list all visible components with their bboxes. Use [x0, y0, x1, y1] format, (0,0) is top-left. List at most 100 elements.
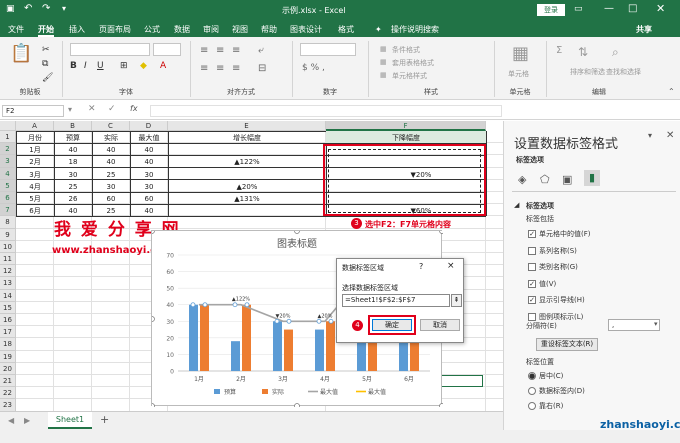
autosum-icon[interactable]: Σ [556, 45, 562, 56]
table-cell[interactable]: 30 [130, 169, 168, 181]
row-header[interactable]: 12 [0, 265, 16, 278]
table-header-cell[interactable]: 月份 [16, 132, 54, 144]
fill-line-icon[interactable]: ◈ [518, 173, 526, 186]
label-options-section[interactable]: 标签选项 [526, 201, 554, 211]
bold-icon[interactable]: B [70, 61, 77, 71]
align-center-icon[interactable]: ≡ [216, 63, 224, 74]
share-button[interactable]: 共享 [636, 23, 652, 37]
add-sheet-button[interactable]: + [100, 413, 109, 426]
reset-label-text-button[interactable]: 重设标签文本(R) [536, 338, 598, 351]
pane-close-icon[interactable]: ✕ [666, 130, 674, 141]
tab-review[interactable]: 审阅 [203, 23, 219, 37]
label-option-item[interactable]: 图例项标示(L) [528, 312, 583, 322]
row-header[interactable]: 5 [0, 179, 16, 192]
tab-formulas[interactable]: 公式 [144, 23, 160, 37]
column-header[interactable]: E [168, 121, 326, 131]
row-header[interactable]: 18 [0, 338, 16, 351]
table-cell[interactable]: 30 [130, 181, 168, 193]
ribbon-display-icon[interactable]: ▭ [574, 4, 583, 14]
formula-input[interactable] [150, 105, 502, 117]
checkbox-icon[interactable]: ✓ [528, 230, 536, 238]
column-header[interactable]: B [54, 121, 92, 131]
name-box[interactable]: F2 [2, 105, 64, 117]
copy-icon[interactable]: ⧉ [42, 59, 48, 69]
sort-filter-icon[interactable]: ⇅ [578, 45, 588, 59]
label-option-item[interactable]: 系列名称(S) [528, 246, 577, 256]
dialog-help-button[interactable]: ? [419, 262, 423, 271]
row-header[interactable]: 21 [0, 375, 16, 388]
dialog-close-button[interactable]: × [447, 261, 455, 271]
tab-page-layout[interactable]: 页面布局 [99, 23, 131, 37]
wrap-text-icon[interactable]: ⤶ [258, 45, 264, 56]
table-cell[interactable]: 3月 [16, 169, 54, 181]
row-header[interactable]: 22 [0, 387, 16, 400]
align-left-icon[interactable]: ≡ [200, 63, 208, 74]
label-option-item[interactable]: ✓ 单元格中的值(F) [528, 229, 591, 239]
label-option-item[interactable]: ✓ 显示引导线(H) [528, 295, 585, 305]
fill-color-icon[interactable]: ◆ [140, 61, 147, 71]
separator-select[interactable]: , [608, 319, 660, 331]
cancel-formula-icon[interactable]: ✕ [88, 104, 96, 114]
paste-icon[interactable]: 📋 [10, 43, 32, 64]
table-cell[interactable]: 25 [92, 169, 130, 181]
align-middle-icon[interactable]: ≡ [216, 45, 224, 56]
cell-styles-icon[interactable]: ▦ [380, 71, 387, 79]
label-position-item[interactable]: ● 居中(C) [528, 371, 563, 381]
table-cell[interactable]: 25 [54, 181, 92, 193]
row-header[interactable]: 13 [0, 277, 16, 290]
format-painter-icon[interactable]: 🖌 [42, 73, 53, 83]
currency-icon[interactable]: $ % , [302, 63, 325, 73]
login-button[interactable]: 登录 [537, 4, 565, 16]
table-cell[interactable]: 5月 [16, 193, 54, 205]
find-select-label[interactable]: 查找和选择 [606, 67, 641, 77]
table-header-cell[interactable]: 最大值 [130, 132, 168, 144]
label-position-item[interactable]: 数据标签内(D) [528, 386, 585, 396]
table-cell[interactable]: 40 [92, 144, 130, 156]
row-header[interactable]: 19 [0, 350, 16, 363]
customize-toolbar-icon[interactable]: ▾ [62, 4, 66, 13]
minimize-icon[interactable]: — [604, 3, 614, 14]
row-header[interactable]: 17 [0, 326, 16, 339]
row-header[interactable]: 15 [0, 301, 16, 314]
italic-icon[interactable]: I [84, 61, 87, 71]
tab-data[interactable]: 数据 [174, 23, 190, 37]
row-header[interactable]: 6 [0, 192, 16, 205]
row-header[interactable]: 14 [0, 289, 16, 302]
checkbox-icon[interactable] [528, 312, 536, 321]
font-color-icon[interactable]: A [160, 61, 166, 71]
size-properties-icon[interactable]: ▣ [562, 173, 572, 186]
column-header[interactable]: F [326, 121, 486, 131]
style-conditional-format[interactable]: 条件格式 [392, 45, 420, 55]
table-cell[interactable]: 40 [54, 144, 92, 156]
name-box-dropdown-icon[interactable]: ▾ [68, 105, 72, 114]
border-icon[interactable]: ⊞ [120, 61, 128, 71]
tab-chart-design[interactable]: 图表设计 [290, 23, 322, 37]
row-header[interactable]: 11 [0, 253, 16, 266]
merge-center-icon[interactable]: ⊟ [258, 63, 266, 74]
effects-icon[interactable]: ⬠ [540, 173, 550, 186]
tab-view[interactable]: 视图 [232, 23, 248, 37]
table-cell[interactable]: 1月 [16, 144, 54, 156]
insert-function-icon[interactable]: fx [130, 104, 138, 113]
tab-format[interactable]: 格式 [338, 23, 354, 37]
row-header[interactable]: 9 [0, 228, 16, 241]
table-cell[interactable]: 26 [54, 193, 92, 205]
row-header[interactable]: 3 [0, 155, 16, 168]
table-header-cell[interactable]: 实际 [92, 132, 130, 144]
tab-insert[interactable]: 插入 [69, 23, 85, 37]
checkbox-icon[interactable]: ✓ [528, 296, 536, 304]
table-cell[interactable]: 30 [54, 169, 92, 181]
align-bottom-icon[interactable]: ≡ [232, 45, 240, 56]
row-header[interactable]: 23 [0, 399, 16, 411]
row-header[interactable]: 16 [0, 314, 16, 327]
range-input[interactable]: =Sheet1!$F$2:$F$7 [342, 294, 450, 307]
label-position-item[interactable]: 靠右(R) [528, 401, 563, 411]
separator-dropdown-icon[interactable]: ▾ [654, 320, 658, 328]
maximize-icon[interactable]: □ [628, 3, 637, 14]
table-header-cell[interactable]: 下降幅度 [326, 132, 486, 144]
enter-formula-icon[interactable]: ✓ [108, 104, 116, 114]
column-header[interactable]: A [16, 121, 54, 131]
table-cell[interactable]: 18 [54, 156, 92, 168]
style-format-as-table[interactable]: 套用表格格式 [392, 58, 434, 68]
redo-icon[interactable]: ↷ [42, 3, 50, 14]
